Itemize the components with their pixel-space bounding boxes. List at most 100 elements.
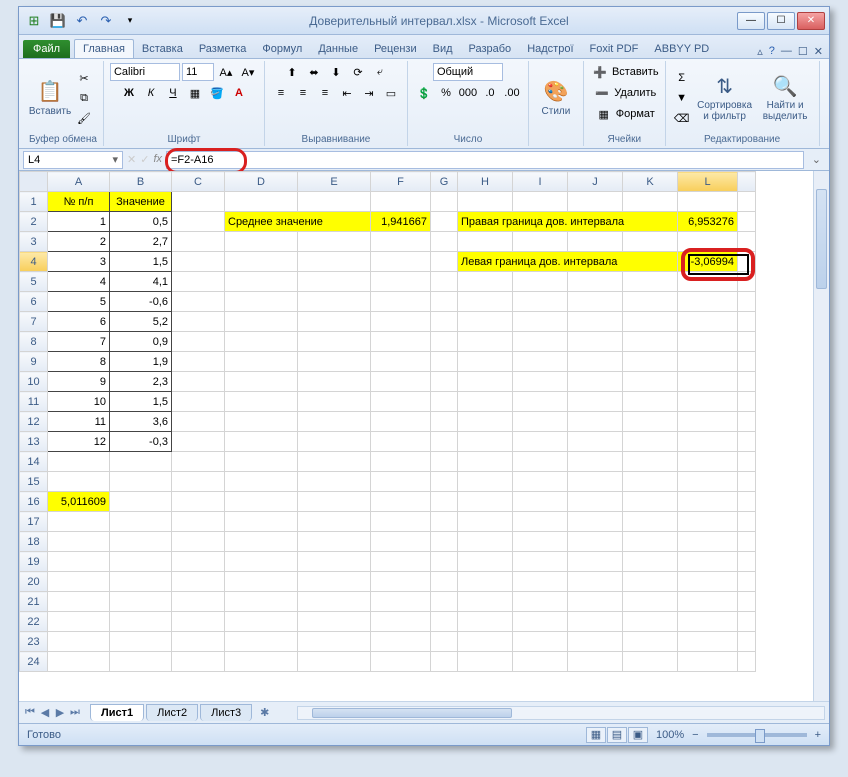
cell-J19[interactable] (568, 552, 623, 572)
cell-C7[interactable] (172, 312, 225, 332)
cell-B6[interactable]: -0,6 (110, 292, 172, 312)
row-header-19[interactable]: 19 (20, 552, 48, 572)
col-header-K[interactable]: K (623, 172, 678, 192)
cell-F24[interactable] (371, 652, 431, 672)
cell-I20[interactable] (513, 572, 568, 592)
row-header-10[interactable]: 10 (20, 372, 48, 392)
cell-G9[interactable] (431, 352, 458, 372)
cell-B9[interactable]: 1,9 (110, 352, 172, 372)
cell-J22[interactable] (568, 612, 623, 632)
row-header-12[interactable]: 12 (20, 412, 48, 432)
cell-A7[interactable]: 6 (48, 312, 110, 332)
comma-icon[interactable]: 000 (458, 84, 478, 102)
autosum-icon[interactable]: Σ (672, 69, 692, 87)
cell-I16[interactable] (513, 492, 568, 512)
fx-icon[interactable]: fx (153, 153, 162, 166)
cell-L23[interactable] (678, 632, 738, 652)
cell-D13[interactable] (225, 432, 298, 452)
hscroll-thumb[interactable] (312, 708, 512, 718)
cell-J21[interactable] (568, 592, 623, 612)
cell-H20[interactable] (458, 572, 513, 592)
align-right-icon[interactable]: ≡ (315, 84, 335, 102)
cell-A14[interactable] (48, 452, 110, 472)
cell-G14[interactable] (431, 452, 458, 472)
cell-G16[interactable] (431, 492, 458, 512)
tab-file[interactable]: Файл (23, 40, 70, 58)
expand-formula-icon[interactable]: ⌄ (808, 153, 825, 166)
cancel-fx-icon[interactable]: ✕ (127, 153, 136, 166)
cell-E5[interactable] (298, 272, 371, 292)
cell-B16[interactable] (110, 492, 172, 512)
cell-J7[interactable] (568, 312, 623, 332)
undo-icon[interactable]: ↶ (71, 11, 93, 31)
cell-G20[interactable] (431, 572, 458, 592)
percent-icon[interactable]: % (436, 84, 456, 102)
grid[interactable]: ABCDEFGHIJKL1№ п/пЗначение210,5Среднее з… (19, 171, 829, 701)
cell-K6[interactable] (623, 292, 678, 312)
cell-J16[interactable] (568, 492, 623, 512)
cell-I23[interactable] (513, 632, 568, 652)
view-normal-icon[interactable]: ▦ (586, 727, 606, 743)
row-header-5[interactable]: 5 (20, 272, 48, 292)
bold-icon[interactable]: Ж (119, 84, 139, 102)
cell-I3[interactable] (513, 232, 568, 252)
cell-D7[interactable] (225, 312, 298, 332)
help-icon[interactable]: ? (769, 45, 775, 58)
cell-E7[interactable] (298, 312, 371, 332)
tab-data[interactable]: Данные (310, 40, 366, 58)
zoom-slider[interactable] (707, 733, 807, 737)
orientation-icon[interactable]: ⟳ (348, 63, 368, 81)
cell-G11[interactable] (431, 392, 458, 412)
cell-J14[interactable] (568, 452, 623, 472)
cell-F12[interactable] (371, 412, 431, 432)
cell-C9[interactable] (172, 352, 225, 372)
fill-color-icon[interactable]: 🪣 (207, 84, 227, 102)
cell-J3[interactable] (568, 232, 623, 252)
cell-B8[interactable]: 0,9 (110, 332, 172, 352)
cell-D3[interactable] (225, 232, 298, 252)
col-header-I[interactable]: I (513, 172, 568, 192)
cell-C5[interactable] (172, 272, 225, 292)
cell-E9[interactable] (298, 352, 371, 372)
row-header-9[interactable]: 9 (20, 352, 48, 372)
cell-J18[interactable] (568, 532, 623, 552)
cell-I7[interactable] (513, 312, 568, 332)
cell-G19[interactable] (431, 552, 458, 572)
format-cells-icon[interactable]: ▦ (594, 105, 614, 123)
cell-A22[interactable] (48, 612, 110, 632)
formula-bar[interactable]: =F2-A16 (166, 151, 804, 169)
cell-H3[interactable] (458, 232, 513, 252)
cell-G17[interactable] (431, 512, 458, 532)
cell-C13[interactable] (172, 432, 225, 452)
cell-C16[interactable] (172, 492, 225, 512)
cell-G21[interactable] (431, 592, 458, 612)
cell-G22[interactable] (431, 612, 458, 632)
indent-icon[interactable]: ⇥ (359, 84, 379, 102)
cell-A15[interactable] (48, 472, 110, 492)
cell-A4[interactable]: 3 (48, 252, 110, 272)
cell-K18[interactable] (623, 532, 678, 552)
cell-A10[interactable]: 9 (48, 372, 110, 392)
cell-I19[interactable] (513, 552, 568, 572)
cell-F15[interactable] (371, 472, 431, 492)
cell-B17[interactable] (110, 512, 172, 532)
cell-F21[interactable] (371, 592, 431, 612)
cell-D16[interactable] (225, 492, 298, 512)
cell-L8[interactable] (678, 332, 738, 352)
delete-cells-icon[interactable]: ➖ (592, 84, 612, 102)
cell-F13[interactable] (371, 432, 431, 452)
cell-E10[interactable] (298, 372, 371, 392)
cell-G12[interactable] (431, 412, 458, 432)
cell-L22[interactable] (678, 612, 738, 632)
italic-icon[interactable]: К (141, 84, 161, 102)
cell-E11[interactable] (298, 392, 371, 412)
cell-J13[interactable] (568, 432, 623, 452)
cell-L3[interactable] (678, 232, 738, 252)
row-header-11[interactable]: 11 (20, 392, 48, 412)
cell-A3[interactable]: 2 (48, 232, 110, 252)
cell-B22[interactable] (110, 612, 172, 632)
cell-K5[interactable] (623, 272, 678, 292)
cell-B13[interactable]: -0,3 (110, 432, 172, 452)
cell-J9[interactable] (568, 352, 623, 372)
cell-H1[interactable] (458, 192, 513, 212)
